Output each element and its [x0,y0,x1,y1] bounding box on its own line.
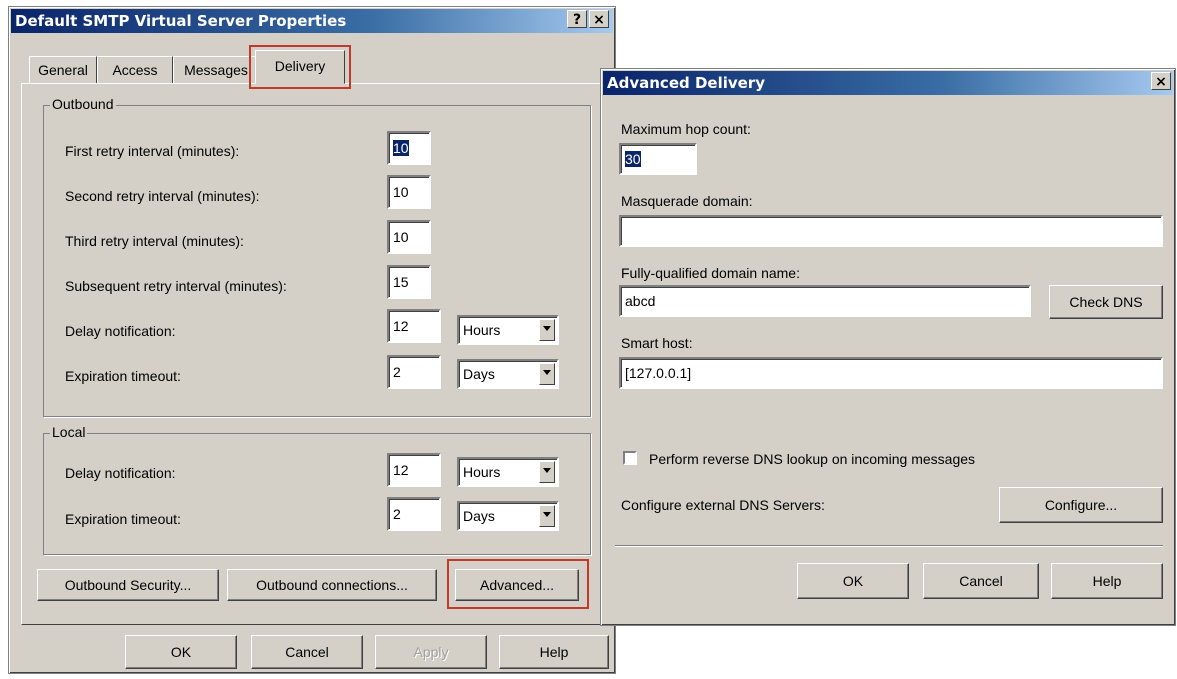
outbound-expiration-value: 2 [393,364,401,380]
outbound-delay-unit-select[interactable]: Hours [457,315,559,345]
advanced-button-highlight [447,559,589,609]
advanced-dialog-title: Advanced Delivery [607,74,765,92]
advanced-delivery-dialog: Advanced Delivery × Maximum hop count: 3… [600,68,1176,626]
local-expiration-value: 2 [393,506,401,522]
chevron-down-icon[interactable] [539,505,555,527]
local-delay-value: 12 [393,462,409,478]
apply-button[interactable]: Apply [375,635,487,669]
outbound-expiration-label: Expiration timeout: [65,368,181,384]
smart-host-value: [127.0.0.1] [625,365,692,381]
help-button[interactable]: Help [499,635,609,669]
first-retry-input[interactable]: 10 [387,131,431,165]
third-retry-value: 10 [393,229,409,245]
ok-button[interactable]: OK [125,635,237,669]
configure-button[interactable]: Configure... [999,487,1163,523]
delivery-tab-highlight [249,45,351,89]
outbound-expiration-input[interactable]: 2 [387,355,441,389]
second-retry-label: Second retry interval (minutes): [65,188,260,204]
subsequent-retry-value: 15 [393,274,409,290]
fqdn-label: Fully-qualified domain name: [621,265,800,281]
outbound-connections-button[interactable]: Outbound connections... [227,569,437,601]
second-retry-value: 10 [393,184,409,200]
outbound-group-title: Outbound [50,96,116,112]
masquerade-input[interactable] [619,215,1163,247]
local-expiration-label: Expiration timeout: [65,511,181,527]
smart-host-input[interactable]: [127.0.0.1] [619,357,1163,389]
masquerade-label: Masquerade domain: [621,193,753,209]
local-group: Local [43,424,591,555]
help-title-button[interactable]: ? [567,10,587,28]
local-delay-unit: Hours [463,464,501,480]
reverse-dns-label[interactable]: Perform reverse DNS lookup on incoming m… [649,451,975,467]
advanced-separator [615,545,1163,547]
third-retry-input[interactable]: 10 [387,220,431,254]
advanced-help-button[interactable]: Help [1051,563,1163,599]
local-expiration-input[interactable]: 2 [387,497,441,531]
local-expiration-unit: Days [463,508,495,524]
subsequent-retry-label: Subsequent retry interval (minutes): [65,278,287,294]
local-delay-unit-select[interactable]: Hours [457,457,559,487]
max-hop-label: Maximum hop count: [621,121,751,137]
first-retry-label: First retry interval (minutes): [65,143,240,159]
outbound-delay-input[interactable]: 12 [387,309,441,343]
smtp-dialog-titlebar[interactable]: Default SMTP Virtual Server Properties [11,9,613,33]
tab-messages-label: Messages [184,62,248,78]
reverse-dns-checkbox[interactable] [623,451,637,465]
advanced-ok-button[interactable]: OK [797,563,909,599]
max-hop-value: 30 [625,151,641,167]
smart-host-label: Smart host: [621,335,693,351]
outbound-delay-label: Delay notification: [65,323,176,339]
tab-messages[interactable]: Messages [173,56,259,84]
outbound-security-button[interactable]: Outbound Security... [37,569,219,601]
smtp-properties-dialog: Default SMTP Virtual Server Properties ?… [8,6,616,674]
chevron-down-icon[interactable] [539,319,555,341]
advanced-cancel-button[interactable]: Cancel [923,563,1039,599]
advanced-dialog-titlebar[interactable]: Advanced Delivery [603,71,1173,95]
outbound-expiration-unit-select[interactable]: Days [457,359,559,389]
tab-access-label: Access [112,62,158,78]
local-expiration-unit-select[interactable]: Days [457,501,559,531]
outbound-delay-unit: Hours [463,322,501,338]
tab-access[interactable]: Access [97,56,173,84]
subsequent-retry-input[interactable]: 15 [387,265,431,299]
outbound-delay-value: 12 [393,318,409,334]
tab-general-label: General [38,62,88,78]
third-retry-label: Third retry interval (minutes): [65,233,244,249]
outbound-expiration-unit: Days [463,366,495,382]
max-hop-input[interactable]: 30 [619,143,697,175]
chevron-down-icon[interactable] [539,461,555,483]
fqdn-input[interactable]: abcd [619,285,1031,317]
first-retry-value: 10 [393,140,409,156]
chevron-down-icon[interactable] [539,363,555,385]
fqdn-value: abcd [625,293,656,309]
close-icon[interactable]: × [1151,72,1171,90]
smtp-dialog-title: Default SMTP Virtual Server Properties [15,12,347,30]
external-dns-label: Configure external DNS Servers: [621,497,825,513]
close-icon[interactable]: × [589,10,609,28]
local-delay-label: Delay notification: [65,465,176,481]
local-group-title: Local [50,424,88,440]
second-retry-input[interactable]: 10 [387,175,431,209]
tab-general[interactable]: General [29,56,97,84]
local-delay-input[interactable]: 12 [387,453,441,487]
check-dns-button[interactable]: Check DNS [1049,285,1163,319]
cancel-button[interactable]: Cancel [251,635,363,669]
